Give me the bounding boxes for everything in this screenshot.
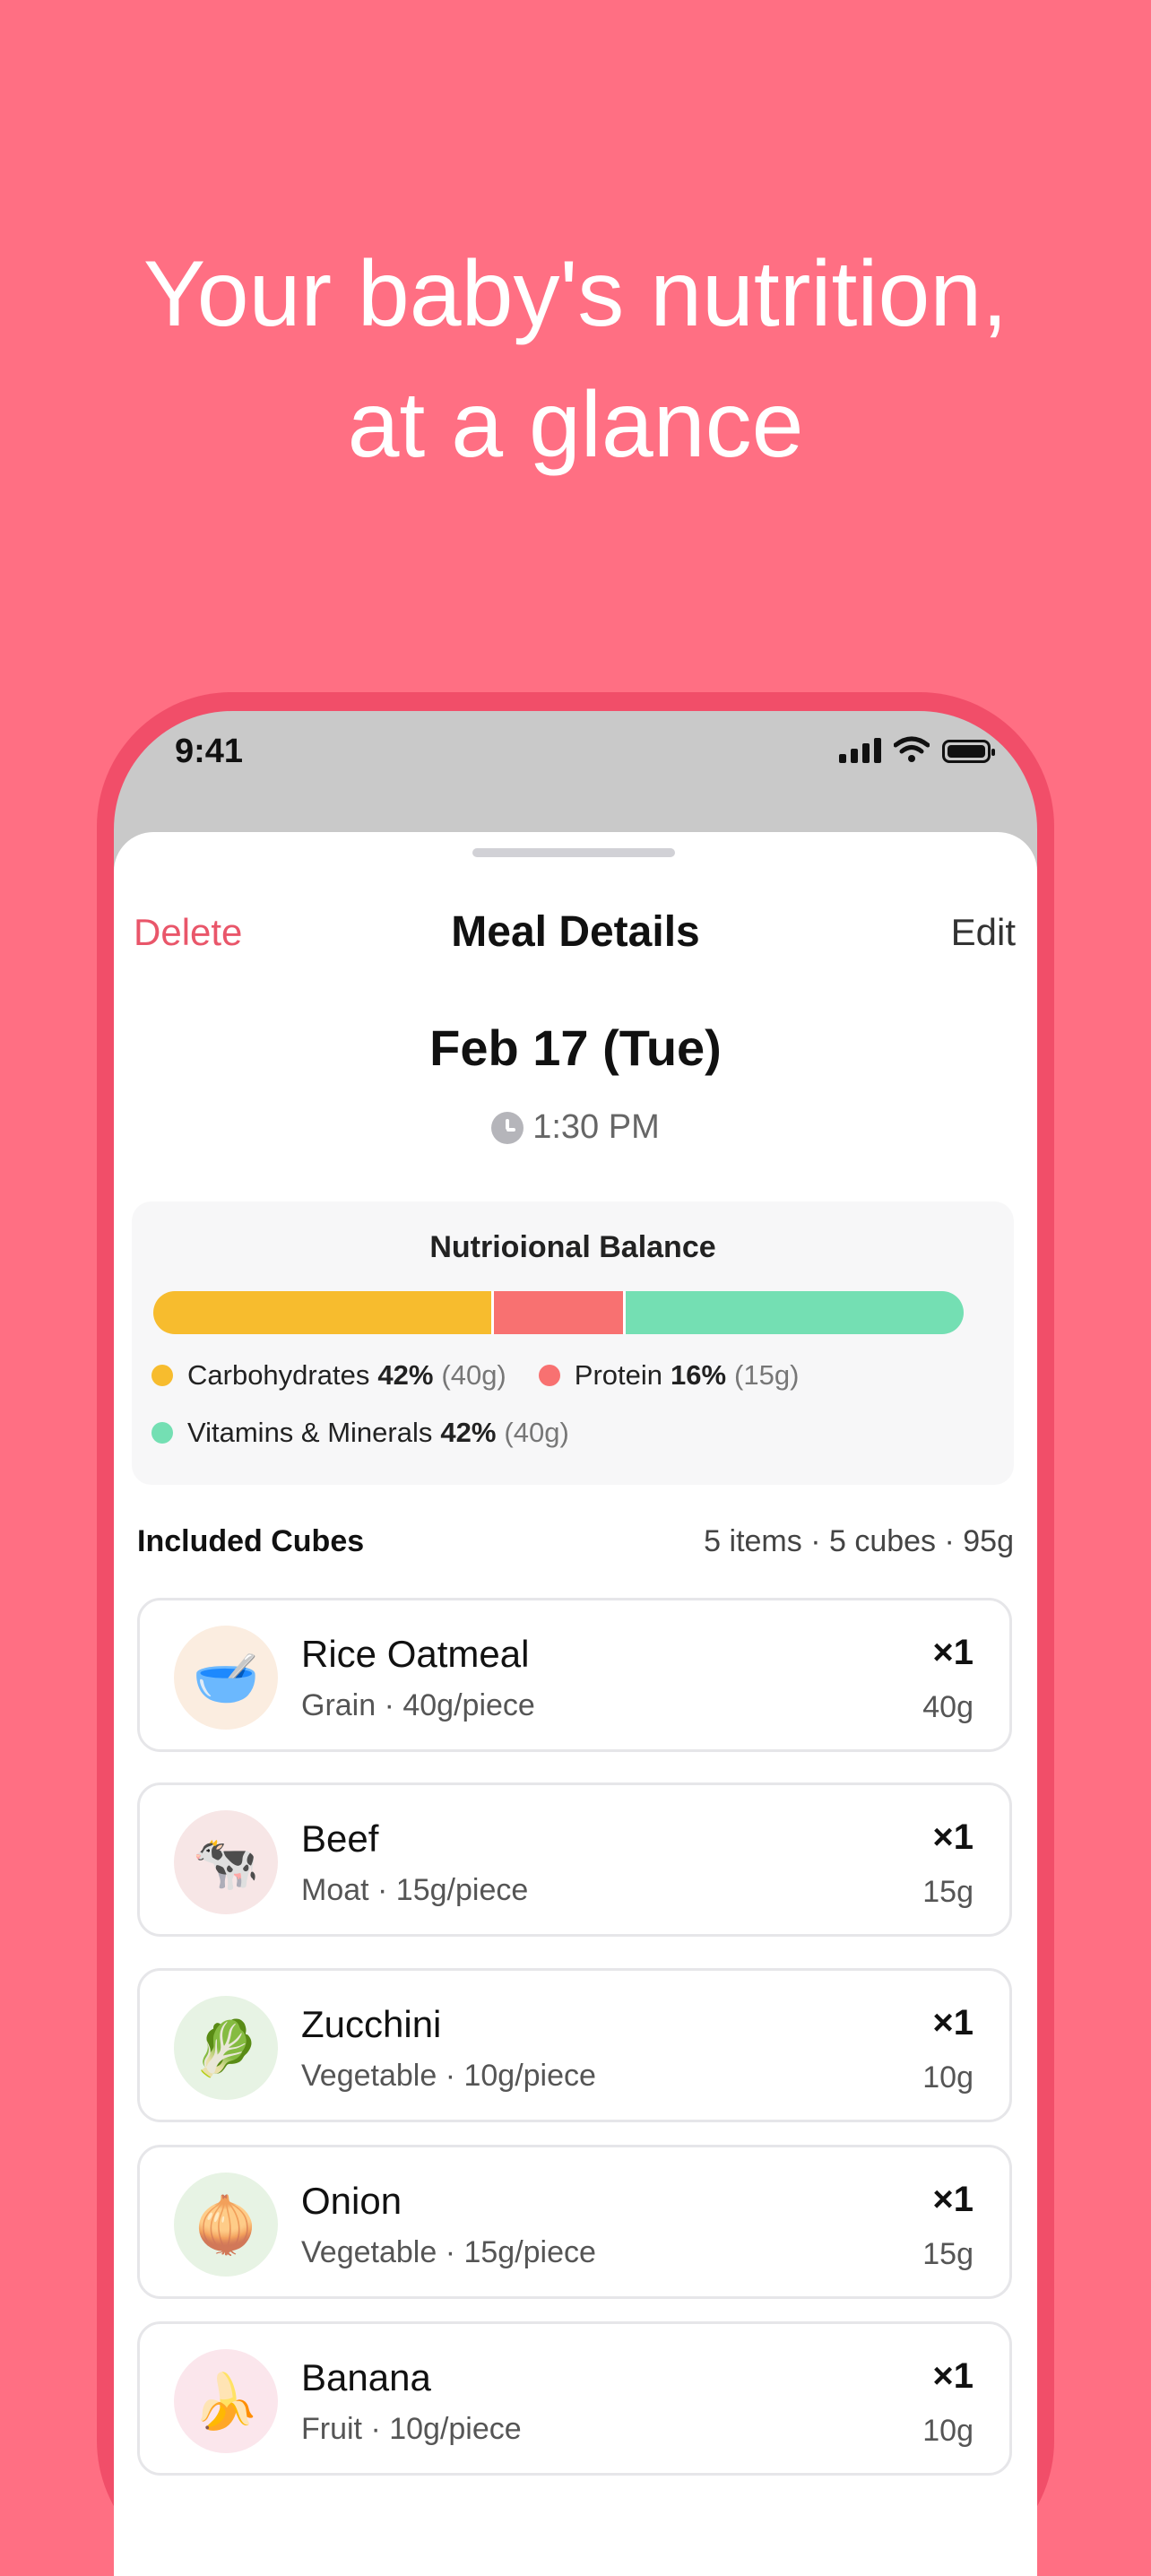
cube-meta: Vegetable · 10g/piece — [301, 2059, 596, 2093]
vitamins-dot — [151, 1422, 173, 1444]
included-cubes-header: Included Cubes 5 items · 5 cubes · 95g — [137, 1524, 1014, 1559]
legend-percent: 42% — [440, 1417, 497, 1448]
legend-label: Vitamins & Minerals — [187, 1417, 433, 1448]
cube-name: Rice Oatmeal — [301, 1633, 530, 1675]
clock-icon — [491, 1111, 524, 1144]
cube-quantity: ×1 — [932, 2356, 974, 2396]
battery-icon — [942, 740, 995, 763]
banana-icon: 🍌 — [174, 2349, 278, 2453]
protein-dot — [538, 1365, 560, 1386]
edit-button[interactable]: Edit — [951, 911, 1016, 954]
cube-meta: Vegetable · 15g/piece — [301, 2235, 596, 2269]
cube-card-zucchini[interactable]: 🥬 Zucchini Vegetable · 10g/piece ×1 10g — [137, 1968, 1012, 2122]
delete-button[interactable]: Delete — [134, 911, 242, 954]
page-title: Meal Details — [451, 908, 700, 956]
cube-weight: 15g — [922, 2237, 974, 2271]
balance-segment-carbohydrates — [153, 1291, 492, 1334]
balance-bar — [153, 1291, 964, 1334]
cow-icon: 🐄 — [174, 1810, 278, 1914]
cube-card-beef[interactable]: 🐄 Beef Moat · 15g/piece ×1 15g — [137, 1782, 1012, 1937]
sheet-grabber[interactable] — [472, 848, 675, 857]
meal-time: 1:30 PM — [532, 1108, 660, 1146]
legend-carbohydrates: Carbohydrates 42% (40g) — [151, 1359, 506, 1392]
promo-headline: Your baby's nutrition, at a glance — [0, 229, 1151, 490]
cellular-signal-icon — [839, 736, 881, 763]
legend-row-2: Vitamins & Minerals 42% (40g) — [151, 1417, 601, 1449]
carbohydrates-dot — [151, 1365, 173, 1386]
cube-name: Beef — [301, 1817, 379, 1860]
legend-label: Protein — [574, 1359, 662, 1391]
wifi-icon — [894, 736, 930, 762]
nutrition-balance-card: Nutrioional Balance Carbohydrates 42% (4… — [132, 1201, 1014, 1485]
legend-protein: Protein 16% (15g) — [538, 1359, 800, 1392]
cube-quantity: ×1 — [932, 1817, 974, 1857]
cube-card-onion[interactable]: 🧅 Onion Vegetable · 15g/piece ×1 15g — [137, 2145, 1012, 2299]
balance-segment-protein — [491, 1291, 623, 1334]
leafy-green-icon: 🥬 — [174, 1996, 278, 2100]
cube-weight: 10g — [922, 2060, 974, 2095]
balance-title: Nutrioional Balance — [429, 1230, 716, 1264]
cube-weight: 40g — [922, 1690, 974, 1724]
headline-line-2: at a glance — [347, 373, 804, 477]
cube-meta: Fruit · 10g/piece — [301, 2412, 522, 2446]
status-icons — [839, 736, 995, 763]
status-time: 9:41 — [175, 733, 244, 770]
cube-name: Banana — [301, 2356, 431, 2398]
cube-quantity: ×1 — [932, 2003, 974, 2043]
legend-percent: 42% — [377, 1359, 434, 1391]
headline-line-1: Your baby's nutrition, — [143, 242, 1008, 346]
legend-grams: (15g) — [734, 1359, 800, 1391]
legend-row-1: Carbohydrates 42% (40g) Protein 16% (15g… — [151, 1359, 831, 1392]
porridge-bowl-icon: 🥣 — [174, 1626, 278, 1730]
legend-grams: (40g) — [504, 1417, 569, 1448]
included-cubes-label: Included Cubes — [137, 1524, 365, 1558]
cube-name: Onion — [301, 2180, 402, 2222]
meal-details-sheet: Delete Meal Details Edit Feb 17 (Tue) 1:… — [114, 832, 1037, 2576]
legend-label: Carbohydrates — [187, 1359, 370, 1391]
status-bar: 9:41 — [114, 711, 1037, 783]
cube-weight: 10g — [922, 2414, 974, 2448]
cube-name: Zucchini — [301, 2003, 442, 2045]
cube-quantity: ×1 — [932, 2180, 974, 2219]
cube-quantity: ×1 — [932, 1633, 974, 1672]
legend-grams: (40g) — [441, 1359, 506, 1391]
cube-meta: Grain · 40g/piece — [301, 1688, 535, 1722]
cube-card-banana[interactable]: 🍌 Banana Fruit · 10g/piece ×1 10g — [137, 2321, 1012, 2476]
meal-date: Feb 17 (Tue) — [429, 1019, 722, 1076]
cube-meta: Moat · 15g/piece — [301, 1873, 529, 1907]
phone-screen: 9:41 Delete Meal Details Edit Feb 17 (Tu… — [114, 711, 1037, 2576]
legend-vitamins-minerals: Vitamins & Minerals 42% (40g) — [151, 1417, 569, 1449]
cube-card-rice-oatmeal[interactable]: 🥣 Rice Oatmeal Grain · 40g/piece ×1 40g — [137, 1598, 1012, 1752]
included-cubes-summary: 5 items · 5 cubes · 95g — [704, 1524, 1014, 1558]
balance-segment-vitamins-minerals — [622, 1291, 964, 1334]
meal-time-row: 1:30 PM — [114, 1108, 1037, 1147]
onion-icon: 🧅 — [174, 2173, 278, 2277]
cube-weight: 15g — [922, 1875, 974, 1909]
legend-percent: 16% — [671, 1359, 727, 1391]
